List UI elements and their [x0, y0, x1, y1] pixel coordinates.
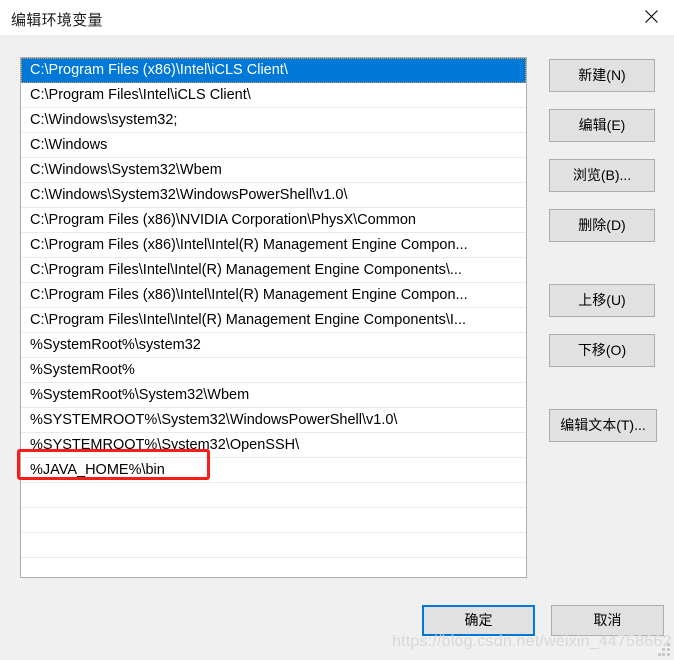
title-bar: 编辑环境变量 — [0, 0, 674, 35]
list-item-empty[interactable] — [21, 508, 526, 533]
new-button[interactable]: 新建(N) — [549, 59, 655, 92]
list-item[interactable]: C:\Program Files (x86)\Intel\Intel(R) Ma… — [21, 283, 526, 308]
resize-grip-dot — [662, 648, 665, 651]
list-item[interactable]: C:\Program Files (x86)\Intel\Intel(R) Ma… — [21, 233, 526, 258]
delete-button[interactable]: 删除(D) — [549, 209, 655, 242]
list-item[interactable]: %SystemRoot%\system32 — [21, 333, 526, 358]
list-item[interactable]: C:\Program Files (x86)\NVIDIA Corporatio… — [21, 208, 526, 233]
browse-button[interactable]: 浏览(B)... — [549, 159, 655, 192]
list-item[interactable]: C:\Windows\System32\WindowsPowerShell\v1… — [21, 183, 526, 208]
list-item[interactable]: C:\Program Files\Intel\Intel(R) Manageme… — [21, 258, 526, 283]
resize-grip-dot — [667, 648, 670, 651]
edit-text-button[interactable]: 编辑文本(T)... — [549, 409, 657, 442]
resize-grip[interactable] — [658, 643, 671, 656]
list-item-empty[interactable] — [21, 533, 526, 558]
list-item[interactable]: %SYSTEMROOT%\System32\WindowsPowerShell\… — [21, 408, 526, 433]
list-item[interactable]: %JAVA_HOME%\bin — [21, 458, 526, 483]
window-title: 编辑环境变量 — [11, 12, 103, 29]
list-item[interactable]: %SystemRoot% — [21, 358, 526, 383]
close-icon — [644, 9, 658, 23]
cancel-button[interactable]: 取消 — [551, 605, 664, 636]
list-item[interactable]: %SYSTEMROOT%\System32\OpenSSH\ — [21, 433, 526, 458]
move-down-button[interactable]: 下移(O) — [549, 334, 655, 367]
list-item[interactable]: C:\Windows\system32; — [21, 108, 526, 133]
list-item[interactable]: C:\Windows — [21, 133, 526, 158]
list-item[interactable]: C:\Program Files\Intel\Intel(R) Manageme… — [21, 308, 526, 333]
resize-grip-dot — [658, 653, 661, 656]
resize-grip-dot — [667, 653, 670, 656]
resize-grip-dot — [662, 653, 665, 656]
list-item-empty[interactable] — [21, 483, 526, 508]
list-item[interactable]: C:\Windows\System32\Wbem — [21, 158, 526, 183]
list-item[interactable]: C:\Program Files (x86)\Intel\iCLS Client… — [21, 58, 526, 83]
ok-button[interactable]: 确定 — [422, 605, 535, 636]
close-button[interactable] — [628, 0, 674, 32]
list-item[interactable]: %SystemRoot%\System32\Wbem — [21, 383, 526, 408]
list-item-empty[interactable] — [21, 558, 526, 577]
move-up-button[interactable]: 上移(U) — [549, 284, 655, 317]
list-item[interactable]: C:\Program Files\Intel\iCLS Client\ — [21, 83, 526, 108]
edit-button[interactable]: 编辑(E) — [549, 109, 655, 142]
resize-grip-dot — [667, 643, 670, 646]
path-list[interactable]: C:\Program Files (x86)\Intel\iCLS Client… — [20, 57, 527, 578]
